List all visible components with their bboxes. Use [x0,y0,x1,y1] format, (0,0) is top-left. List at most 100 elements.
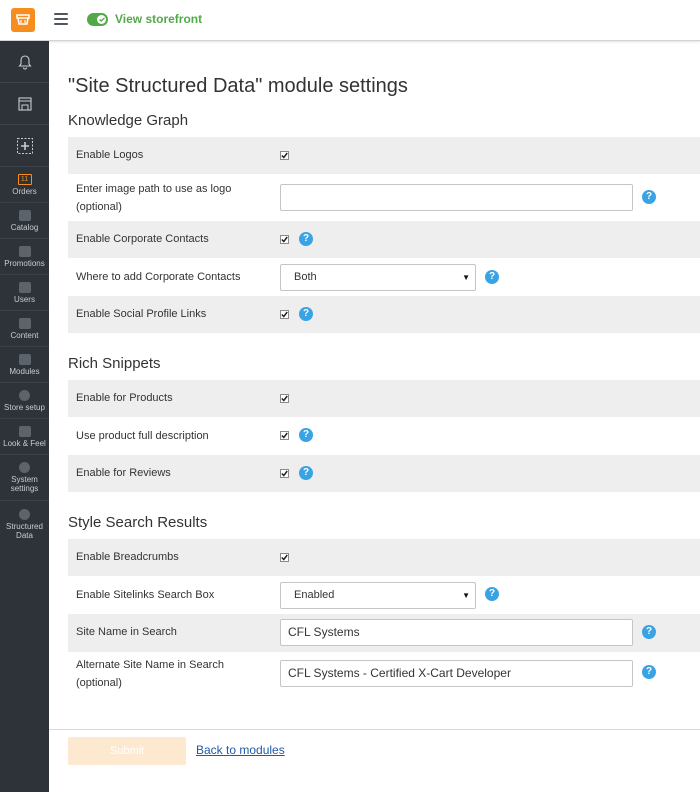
plus-box-icon [16,137,33,154]
sidebar-item-structured-data[interactable]: Structured Data [0,501,49,547]
sidebar-item-store-setup[interactable]: Store setup [0,383,49,419]
help-icon[interactable]: ? [299,232,313,246]
sidebar-item-label: Users [14,294,35,304]
help-icon[interactable]: ? [642,625,656,639]
row-breadcrumbs: Enable Breadcrumbs [68,539,700,576]
checkmark-icon [281,432,288,439]
sidebar-item-catalog[interactable]: Catalog [0,203,49,239]
sidebar-item-label: Modules [9,366,40,376]
sidebar-item-label: Structured Data [6,521,43,540]
alt-site-name-input[interactable]: CFL Systems - Certified X-Cart Developer [280,660,633,687]
page-title: "Site Structured Data" module settings [68,75,408,97]
store-icon [17,96,32,111]
section-title-style-search-results: Style Search Results [68,514,208,531]
sidebar-item-label: Content [10,330,39,340]
main-content: "Site Structured Data" module settings K… [49,41,700,792]
row-corporate-contacts: Enable Corporate Contacts ? [68,221,700,258]
tag-icon [18,209,31,221]
field-label: Enable for Products [76,392,173,404]
sidebar-item-promotions[interactable]: Promotions [0,239,49,275]
row-enable-reviews: Enable for Reviews ? [68,455,700,492]
footer-divider [49,729,700,730]
top-bar: View storefront [0,0,700,41]
check-icon [99,16,105,22]
field-label: Enable for Reviews [76,467,171,479]
help-icon[interactable]: ? [642,190,656,204]
checkmark-icon [281,152,288,159]
row-enable-logos: Enable Logos [68,137,700,174]
back-to-modules-link[interactable]: Back to modules [196,743,285,757]
section-title-knowledge-graph: Knowledge Graph [68,112,189,129]
breadcrumbs-checkbox[interactable] [280,553,289,562]
field-label: Site Name in Search [76,626,177,638]
enable-logos-checkbox[interactable] [280,151,289,160]
notifications-button[interactable] [0,41,49,83]
field-label: Enable Breadcrumbs [76,551,179,563]
row-logo-path: Enter image path to use as logo (optiona… [68,174,700,221]
view-storefront-link[interactable]: View storefront [115,11,202,27]
sidebar-item-system-settings[interactable]: System settings [0,455,49,501]
checkmark-icon [281,470,288,477]
select-value: Both [294,271,317,283]
logo-path-input[interactable] [280,184,633,211]
puzzle-icon [18,353,31,365]
view-storefront-toggle[interactable]: View storefront [87,11,202,27]
sidebar-item-users[interactable]: Users [0,275,49,311]
help-icon[interactable]: ? [642,665,656,679]
help-icon[interactable]: ? [299,466,313,480]
toggle-switch[interactable] [87,12,108,26]
field-label: Where to add Corporate Contacts [76,271,241,283]
field-label: Use product full description [76,430,209,442]
xcart-logo[interactable] [11,8,35,32]
chevron-down-icon: ▼ [462,273,470,282]
field-label: Enable Corporate Contacts [76,233,209,245]
storefront-button[interactable] [0,83,49,125]
site-name-input[interactable]: CFL Systems [280,619,633,646]
sidebar-item-label: Store setup [4,402,45,412]
info-icon [19,389,30,401]
submit-button[interactable]: Submit [68,737,186,765]
corporate-contacts-checkbox[interactable] [280,235,289,244]
sidebar-item-label: Look & Feel [3,438,46,448]
bell-icon [17,54,32,69]
row-where-contacts: Where to add Corporate Contacts Both ▼ ? [68,258,700,296]
field-label: Enter image path to use as logo (optiona… [76,183,232,213]
field-label: Alternate Site Name in Search (optional) [76,659,224,689]
help-icon[interactable]: ? [299,307,313,321]
row-enable-products: Enable for Products [68,380,700,417]
picture-icon [18,425,31,437]
sidebar-item-orders[interactable]: 11 Orders [0,167,49,203]
row-alt-site-name: Alternate Site Name in Search (optional)… [68,652,700,699]
sidebar-item-modules[interactable]: Modules [0,347,49,383]
field-label: Enable Logos [76,149,144,161]
help-icon[interactable]: ? [299,428,313,442]
checkmark-icon [281,395,288,402]
enable-products-checkbox[interactable] [280,394,289,403]
users-icon [18,281,31,293]
checkmark-icon [281,236,288,243]
sitelinks-search-select[interactable]: Enabled ▼ [280,582,476,609]
help-icon[interactable]: ? [485,270,499,284]
where-contacts-select[interactable]: Both ▼ [280,264,476,291]
sidebar-item-label: Orders [12,186,37,196]
add-button[interactable] [0,125,49,167]
row-full-description: Use product full description ? [68,417,700,455]
row-social-links: Enable Social Profile Links ? [68,296,700,333]
full-description-checkbox[interactable] [280,431,289,440]
cart-logo-icon [16,14,30,25]
row-sitelinks-search: Enable Sitelinks Search Box Enabled ▼ ? [68,576,700,614]
info-icon [19,508,30,520]
row-site-name: Site Name in Search CFL Systems ? [68,614,700,652]
image-icon [18,317,31,329]
sidebar-item-label: Promotions [4,258,45,268]
sidebar-item-label: Catalog [10,222,39,232]
field-label: Enable Social Profile Links [76,308,207,320]
enable-reviews-checkbox[interactable] [280,469,289,478]
social-links-checkbox[interactable] [280,310,289,319]
checkmark-icon [281,554,288,561]
sidebar-item-look-feel[interactable]: Look & Feel [0,419,49,455]
gift-icon [18,245,31,257]
sidebar-item-content[interactable]: Content [0,311,49,347]
hamburger-menu-icon[interactable] [54,13,68,25]
help-icon[interactable]: ? [485,587,499,601]
